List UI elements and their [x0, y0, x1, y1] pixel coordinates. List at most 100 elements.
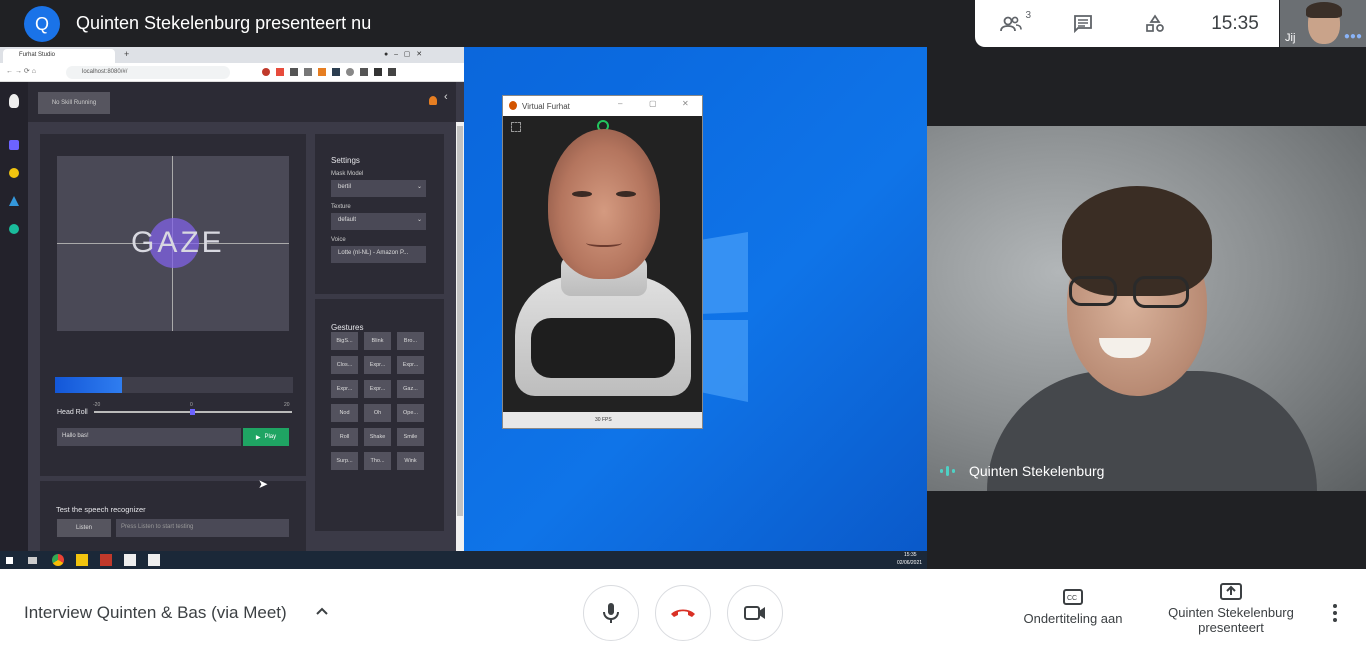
activities-button[interactable] [1119, 0, 1191, 47]
close-button[interactable]: ✕ [682, 99, 689, 108]
meeting-title[interactable]: Interview Quinten & Bas (via Meet) [24, 603, 287, 623]
wizard-icon[interactable] [9, 196, 19, 206]
window-controls[interactable]: ● – ▢ ✕ [384, 50, 422, 58]
mask-model-select[interactable]: bertil ⌄ [331, 180, 426, 197]
start-icon[interactable] [6, 557, 13, 564]
fps-label: 30 FPS [595, 417, 612, 423]
voice-value: Lotte (nl-NL) - Amazon P... [338, 250, 409, 256]
gesture-button[interactable]: Oh [364, 404, 391, 422]
collapse-chevron-icon[interactable]: ‹ [444, 91, 448, 103]
furhat-taskbar-icon[interactable] [100, 554, 112, 566]
presenter-avatar: Q [24, 6, 60, 42]
app2-taskbar-icon[interactable] [148, 554, 160, 566]
no-skill-button[interactable]: No Skill Running [38, 92, 110, 114]
gesture-button[interactable]: Shake [364, 428, 391, 446]
participants-button[interactable]: 3 [975, 0, 1047, 47]
extension-icons[interactable] [262, 68, 422, 76]
settings-panel: Settings Mask Model bertil ⌄ Texture defa… [315, 134, 444, 294]
fullscreen-icon[interactable] [511, 122, 521, 132]
home-icon[interactable] [9, 140, 19, 150]
self-view-tile[interactable]: Jij ●●● [1280, 0, 1366, 47]
camera-button[interactable] [727, 585, 783, 641]
gesture-button[interactable]: Gaz... [397, 380, 424, 398]
file-explorer-icon[interactable] [76, 554, 88, 566]
furhat-app-icon [509, 101, 517, 110]
voice-select[interactable]: Lotte (nl-NL) - Amazon P... [331, 246, 426, 263]
gesture-button[interactable]: Expr... [364, 380, 391, 398]
windows-taskbar: 15:35 02/06/2021 [0, 551, 927, 569]
gestures-title: Gestures [331, 323, 364, 332]
chevron-up-icon[interactable] [314, 603, 330, 619]
settings-gear-icon[interactable] [9, 224, 19, 234]
settings-title: Settings [331, 156, 360, 165]
gesture-button[interactable]: Expr... [364, 356, 391, 374]
nav-buttons[interactable]: ← → ⟳ ⌂ [6, 67, 36, 75]
head-roll-slider-thumb[interactable] [190, 409, 195, 415]
skills-icon[interactable] [9, 168, 19, 178]
chat-icon [1074, 14, 1092, 33]
play-icon: ▶ [255, 434, 261, 441]
task-view-icon[interactable] [28, 557, 37, 564]
svg-text:CC: CC [1067, 595, 1077, 602]
participant-name: Quinten Stekelenburg [969, 463, 1105, 479]
gesture-button[interactable]: Blink [364, 332, 391, 350]
user-icon[interactable] [429, 96, 437, 105]
texture-select[interactable]: default ⌄ [331, 213, 426, 230]
gesture-button[interactable]: Expr... [331, 380, 358, 398]
minimize-button[interactable]: – [618, 99, 622, 108]
listen-input[interactable]: Press Listen to start testing [116, 519, 289, 537]
maximize-button[interactable]: ▢ [649, 99, 657, 108]
clock: 15:35 [1211, 12, 1259, 34]
self-audio-indicator: ●●● [1343, 31, 1362, 42]
gesture-button[interactable]: Clos... [331, 356, 358, 374]
led-progress [55, 377, 293, 393]
gesture-button[interactable]: Ope... [397, 404, 424, 422]
more-options-icon[interactable] [1332, 603, 1338, 623]
robot-head [548, 129, 660, 279]
listen-button[interactable]: Listen [57, 519, 111, 537]
dropdown-chevron-icon: ⌄ [416, 217, 422, 223]
present-button[interactable]: Quinten Stekelenburg presenteert [1158, 583, 1304, 635]
robot-eye-right [616, 191, 636, 197]
present-screen-icon [1220, 583, 1242, 600]
gesture-button[interactable]: BigS... [331, 332, 358, 350]
captions-icon: CC [1063, 589, 1083, 605]
play-button[interactable]: ▶ Play [243, 428, 289, 446]
gesture-button[interactable]: Smile [397, 428, 424, 446]
gesture-button[interactable]: Bro... [397, 332, 424, 350]
end-call-button[interactable] [655, 585, 711, 641]
address-bar: ← → ⟳ ⌂ localhost:8080/#/ [0, 63, 464, 82]
browser-scrollbar[interactable] [456, 122, 464, 552]
gesture-button[interactable]: Wink [397, 452, 424, 470]
participant-count: 3 [1025, 10, 1031, 21]
gesture-button[interactable]: Roll [331, 428, 358, 446]
self-hair [1306, 2, 1342, 18]
browser-tab[interactable]: Furhat Studio [3, 49, 115, 63]
chrome-icon[interactable] [52, 554, 64, 566]
people-icon [1000, 16, 1022, 31]
say-input[interactable]: Hallo bas! [57, 428, 241, 446]
voice-label: Voice [331, 237, 346, 243]
gesture-button[interactable]: Expr... [397, 356, 424, 374]
participant-video-tile[interactable] [927, 126, 1366, 491]
gaze-area[interactable]: GAZE [57, 156, 289, 331]
dropdown-chevron-icon: ⌄ [416, 184, 422, 190]
app-taskbar-icon[interactable] [124, 554, 136, 566]
url-input[interactable]: localhost:8080/#/ [66, 66, 230, 79]
chat-button[interactable] [1047, 0, 1119, 47]
participant-glasses-right [1133, 276, 1189, 308]
gesture-button[interactable]: Tho... [364, 452, 391, 470]
head-roll-tick-min: -20 [93, 402, 101, 408]
taskbar-time: 15:35 [904, 552, 917, 558]
bottom-bar: Interview Quinten & Bas (via Meet) CC On… [0, 569, 1366, 657]
gesture-button[interactable]: Surp... [331, 452, 358, 470]
captions-button[interactable]: CC Ondertiteling aan [1010, 589, 1136, 626]
head-roll-slider[interactable] [94, 409, 292, 415]
head-roll-label: Head Roll [57, 409, 88, 416]
gesture-button[interactable]: Nod [331, 404, 358, 422]
speech-title: Test the speech recognizer [56, 505, 146, 514]
microphone-button[interactable] [583, 585, 639, 641]
browser-window: Furhat Studio + ● – ▢ ✕ ← → ⟳ ⌂ localhos… [0, 47, 464, 552]
virtual-furhat-titlebar: Virtual Furhat – ▢ ✕ [503, 96, 702, 116]
new-tab-button[interactable]: + [124, 49, 129, 59]
